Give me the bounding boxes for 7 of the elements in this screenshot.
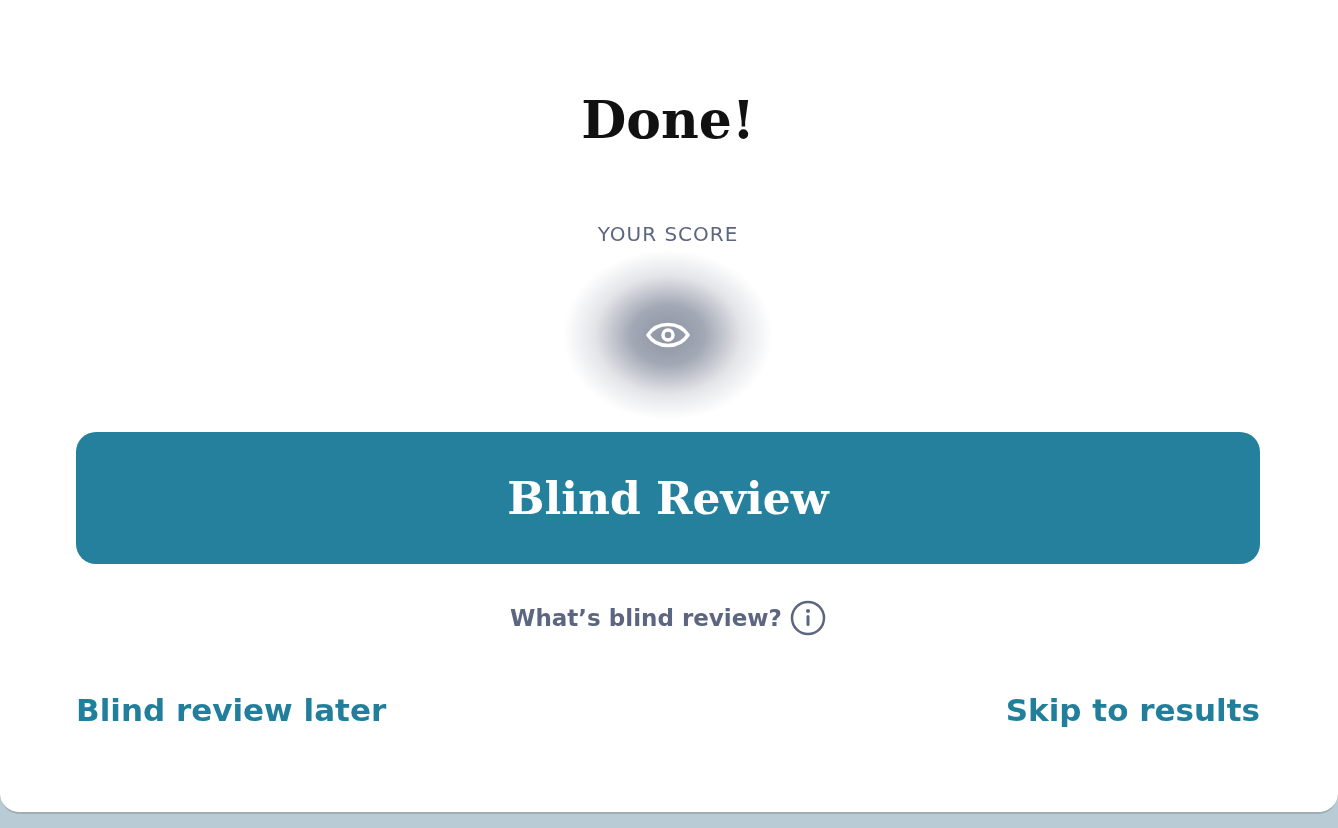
help-link[interactable]: What’s blind review? — [510, 605, 782, 631]
dialog-title: Done! — [581, 88, 755, 152]
blind-review-button[interactable]: Blind Review — [76, 432, 1260, 564]
score-label: YOUR SCORE — [597, 222, 739, 246]
footer-link[interactable]: Blind review later — [76, 692, 387, 728]
footer-link[interactable]: Skip to results — [1005, 692, 1260, 728]
info-icon[interactable] — [789, 600, 826, 636]
